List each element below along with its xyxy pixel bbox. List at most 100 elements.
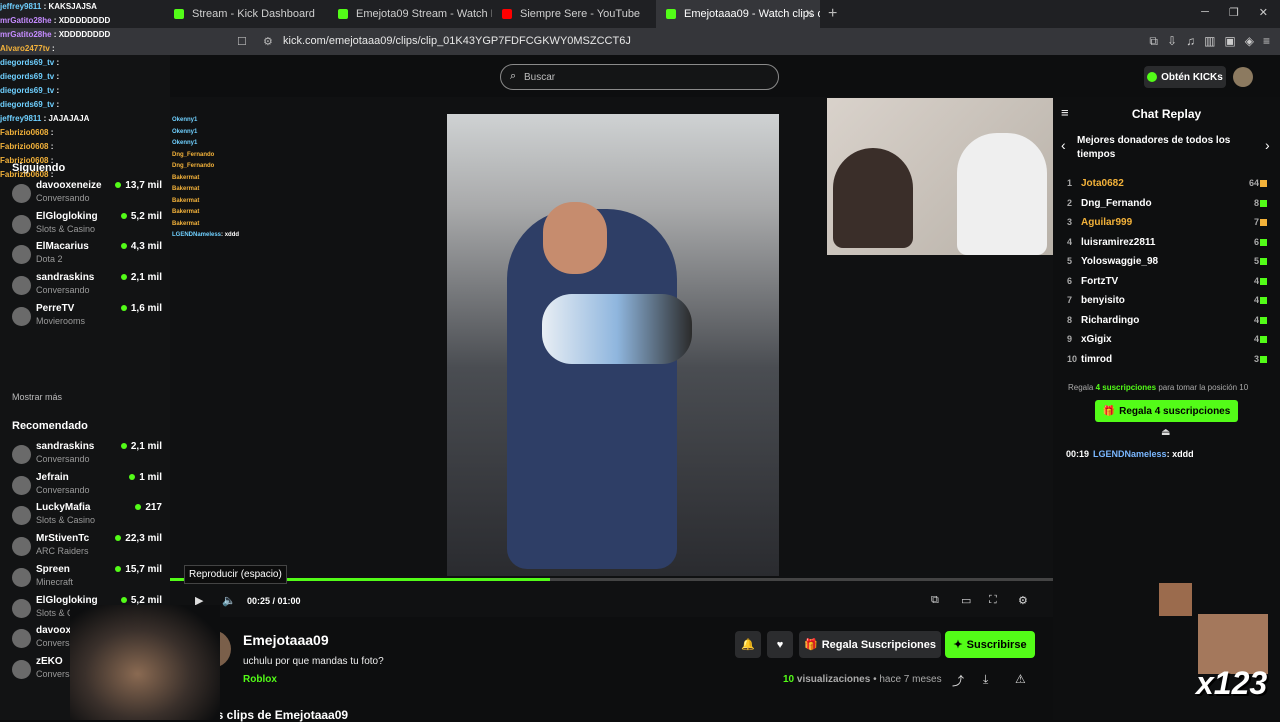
avatar (12, 184, 31, 203)
sidebar-channel[interactable]: sandraskins Conversando 2,1 mil (12, 441, 162, 469)
channel-name[interactable]: Emejotaaa09 (243, 632, 329, 648)
leaderboard-count: 8 (1253, 197, 1259, 208)
pip-icon[interactable]: ⧉ (931, 594, 939, 607)
sidebar-channel[interactable]: PerreTV Movierooms 1,6 mil (12, 303, 162, 331)
sidebar-channel[interactable]: Spreen Minecraft 15,7 mil (12, 564, 162, 592)
leaderboard-row[interactable]: 8 Richardingo 4 (1067, 313, 1267, 331)
gift-badge-icon (1260, 199, 1267, 207)
inner-chat-line: LGENDNameless: xddd (172, 232, 240, 238)
leaderboard-rank: 8 (1067, 314, 1073, 325)
gift-note-pre: Regala (1068, 383, 1094, 392)
gift-badge-icon (1260, 277, 1267, 285)
sidebar-channel[interactable]: LuckyMafia Slots & Casino 217 (12, 502, 162, 530)
leaderboard-row[interactable]: 1 Jota0682 64 (1067, 176, 1267, 194)
site-settings-icon[interactable]: ⚙ (263, 35, 273, 48)
inner-chat-user: LGENDNameless (172, 232, 222, 238)
kick-icon (338, 9, 348, 19)
sidebar-channel[interactable]: Jefrain Conversando 1 mil (12, 472, 162, 500)
close-window-icon[interactable]: ✕ (1259, 6, 1268, 19)
theater-icon[interactable]: ▭ (961, 594, 971, 607)
wallet-icon[interactable]: ▣ (1224, 34, 1235, 49)
download-clip-icon[interactable]: ⤓ (983, 672, 988, 687)
sidebar-channel[interactable]: MrStivenTc ARC Raiders 22,3 mil (12, 533, 162, 561)
leaderboard-row[interactable]: 10 timrod 3 (1067, 352, 1267, 370)
collapse-leaderboard-icon[interactable]: ⏏ (1161, 427, 1170, 438)
maximize-icon[interactable]: ❐ (1229, 6, 1239, 19)
inner-chat-user: Okenny1 (172, 128, 198, 135)
leaderboard-rank: 5 (1067, 256, 1073, 266)
get-kicks-button[interactable]: Obtén KICKs (1144, 66, 1226, 88)
overlay-chat-msg: JAJAJAJA (48, 114, 90, 123)
sidebar-channel[interactable]: davooxeneize Conversando 13,7 mil (12, 180, 162, 208)
leaderboard-row[interactable]: 5 Yoloswaggie_98 5 (1067, 254, 1267, 272)
bookmark-icon[interactable]: ☐ (237, 35, 247, 48)
inner-stream-chat: Okenny1 Okenny1 Okenny1 Dng_Fernando Dng_Fer… (172, 115, 302, 242)
leaderboard-row[interactable]: 7 benyisito 4 (1067, 293, 1267, 311)
leaderboard-name: Richardingo (1081, 314, 1140, 326)
browser-tab[interactable]: Emejota09 Stream - Watch Live on Ki (328, 0, 492, 28)
report-icon[interactable]: ⚠ (1015, 672, 1026, 686)
channel-name: sandraskins (36, 441, 95, 452)
leaderboard-row[interactable]: 9 xGigix 4 (1067, 332, 1267, 350)
leaderboard-rank: 3 (1067, 217, 1073, 227)
channel-name: Spreen (36, 563, 70, 575)
share-icon[interactable]: ⤴ (952, 672, 964, 689)
channel-category: Movierooms (36, 315, 86, 326)
close-tab-icon[interactable]: ✕ (805, 7, 814, 20)
follow-button[interactable]: ♥ (767, 631, 793, 658)
clip-video-frame[interactable] (447, 114, 779, 576)
volume-icon[interactable]: 🔈 (222, 594, 236, 607)
leaderboard-name: FortzTV (1081, 275, 1119, 287)
leaderboard-row[interactable]: 2 Dng_Fernando 8 (1067, 196, 1267, 214)
progress-bar[interactable] (170, 578, 1053, 581)
emote-small-icon (1159, 583, 1192, 616)
gift-badge-icon (1260, 297, 1267, 304)
gift-subs-button[interactable]: 🎁 Regala Suscripciones (799, 631, 941, 658)
search-bar[interactable]: ⌕ Buscar (500, 64, 779, 90)
leaderboard-prev-icon[interactable]: ‹ (1061, 137, 1066, 153)
notification-button[interactable]: 🔔 (735, 631, 761, 658)
browser-tab[interactable]: Emejotaaa09 - Watch clips on Ki✕ (656, 0, 820, 28)
shield-icon[interactable]: ◈ (1245, 34, 1254, 49)
browser-tab[interactable]: Siempre Sere - YouTube (492, 0, 656, 28)
media-icon[interactable]: ♫ (1186, 34, 1195, 49)
gift-4-subs-button[interactable]: 🎁 Regala 4 suscripciones (1095, 400, 1238, 422)
channel-name: ElMacarius (36, 241, 89, 253)
clip-age: • hace 7 meses (873, 674, 942, 685)
sidebar-toggle-icon[interactable]: ▥ (1204, 34, 1215, 49)
overlay-chat-user: Fabrizio0608 (0, 156, 49, 165)
new-tab-button[interactable]: + (828, 5, 837, 23)
subscribe-button[interactable]: ✦ Suscribirse (945, 631, 1035, 658)
url-field[interactable]: kick.com/emejotaaa09/clips/clip_01K43YGP… (283, 35, 631, 47)
menu-icon[interactable]: ≡ (1263, 34, 1270, 49)
leaderboard-rank: 9 (1067, 334, 1073, 344)
chat-message-user[interactable]: LGENDNameless (1093, 449, 1167, 459)
video-sneakers (542, 294, 692, 364)
download-icon[interactable]: ⇩ (1167, 34, 1177, 49)
avatar (12, 567, 31, 587)
channel-category: Conversando (36, 193, 90, 203)
settings-icon[interactable]: ⚙ (1018, 594, 1028, 607)
leaderboard-row[interactable]: 6 FortzTV 4 (1067, 274, 1267, 292)
sidebar-channel[interactable]: ElMacarius Dota 2 4,3 mil (12, 241, 162, 269)
sidebar-channel[interactable]: ElGlogloking Slots & Casino 5,2 mil (12, 211, 162, 239)
browser-tab[interactable]: Stream - Kick Dashboard (164, 0, 328, 28)
search-input[interactable]: Buscar (524, 72, 555, 83)
inner-chat-line: Okenny1 (172, 115, 302, 127)
minimize-icon[interactable]: ─ (1201, 6, 1209, 19)
fullscreen-icon[interactable]: ⛶ (989, 594, 997, 607)
gift-badge-icon (1260, 180, 1267, 187)
leaderboard-row[interactable]: 4 luisramirez2811 6 (1067, 235, 1267, 253)
extension-icon[interactable]: ⧉ (1149, 34, 1158, 49)
show-more-link[interactable]: Mostrar más (12, 392, 62, 402)
leaderboard-row[interactable]: 3 Aguilar999 7 (1067, 215, 1267, 233)
leaderboard-next-icon[interactable]: › (1265, 137, 1270, 153)
sidebar-channel[interactable]: sandraskins Conversando 2,1 mil (12, 272, 162, 300)
heart-icon: ♥ (776, 638, 784, 651)
viewer-count: 5,2 mil (121, 211, 162, 222)
inner-chat-line: Dng_Fernando (172, 161, 302, 173)
avatar (12, 306, 31, 326)
user-avatar[interactable] (1233, 67, 1253, 87)
clip-category[interactable]: Roblox (243, 674, 277, 685)
overlay-chat-user: diegords69_tv (0, 72, 55, 81)
